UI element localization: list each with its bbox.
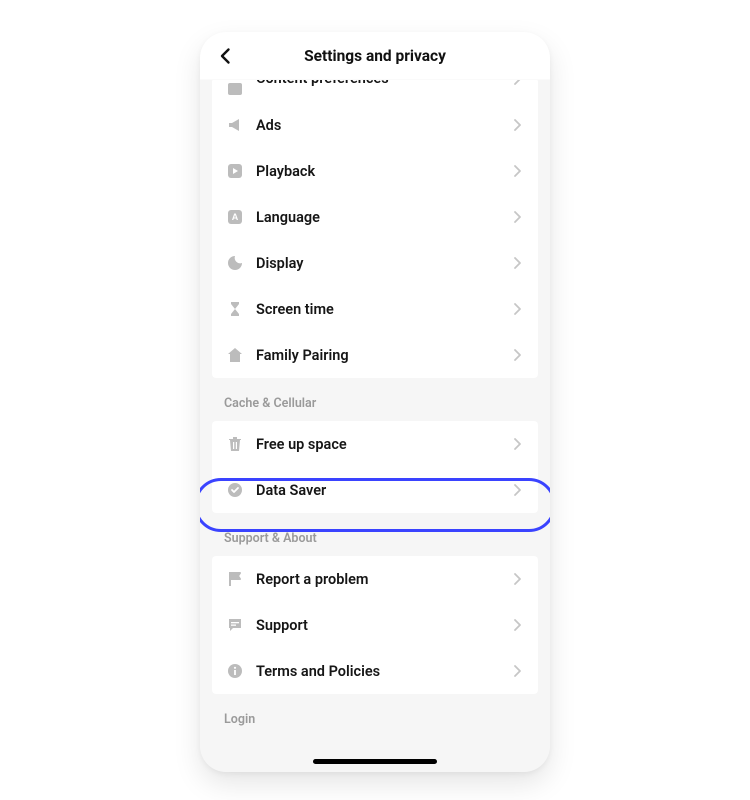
chevron-right-icon xyxy=(510,618,524,632)
row-label: Data Saver xyxy=(256,482,510,499)
settings-row-content-preferences[interactable]: Content preferences xyxy=(212,80,538,102)
settings-row-ads[interactable]: Ads xyxy=(212,102,538,148)
settings-scroll[interactable]: Content preferences Ads Playback xyxy=(200,80,550,772)
play-icon xyxy=(226,162,244,180)
settings-group-support: Report a problem Support Terms and Polic… xyxy=(212,556,538,694)
row-label: Language xyxy=(256,209,510,226)
settings-row-report-problem[interactable]: Report a problem xyxy=(212,556,538,602)
settings-row-terms-policies[interactable]: Terms and Policies xyxy=(212,648,538,694)
page-title: Settings and privacy xyxy=(304,47,446,65)
header-bar: Settings and privacy xyxy=(200,32,550,80)
chevron-right-icon xyxy=(510,118,524,132)
row-label: Report a problem xyxy=(256,571,510,588)
chevron-right-icon xyxy=(510,210,524,224)
moon-icon xyxy=(226,254,244,272)
chevron-right-icon xyxy=(510,348,524,362)
section-header-cache: Cache & Cellular xyxy=(200,378,550,421)
settings-row-data-saver[interactable]: Data Saver xyxy=(212,467,538,513)
row-label: Family Pairing xyxy=(256,347,510,364)
settings-row-playback[interactable]: Playback xyxy=(212,148,538,194)
chevron-right-icon xyxy=(510,437,524,451)
phone-frame: Settings and privacy Content preferences… xyxy=(200,32,550,772)
home-indicator[interactable] xyxy=(313,759,437,764)
content-preferences-icon xyxy=(226,80,244,98)
chevron-right-icon xyxy=(510,256,524,270)
flag-icon xyxy=(226,570,244,588)
settings-row-display[interactable]: Display xyxy=(212,240,538,286)
chevron-right-icon xyxy=(510,302,524,316)
chevron-left-icon xyxy=(216,46,236,66)
chevron-right-icon xyxy=(510,80,524,86)
megaphone-icon xyxy=(226,116,244,134)
settings-row-free-up-space[interactable]: Free up space xyxy=(212,421,538,467)
settings-group-cache: Free up space Data Saver xyxy=(212,421,538,513)
chevron-right-icon xyxy=(510,164,524,178)
row-label: Display xyxy=(256,255,510,272)
row-label: Playback xyxy=(256,163,510,180)
row-label: Terms and Policies xyxy=(256,663,510,680)
trash-icon xyxy=(226,435,244,453)
row-label: Content preferences xyxy=(256,80,510,88)
chevron-right-icon xyxy=(510,483,524,497)
chevron-right-icon xyxy=(510,572,524,586)
section-header-login: Login xyxy=(200,694,550,727)
svg-text:A: A xyxy=(232,212,239,222)
row-label: Support xyxy=(256,617,510,634)
data-saver-icon xyxy=(226,481,244,499)
settings-row-screen-time[interactable]: Screen time xyxy=(212,286,538,332)
row-label: Ads xyxy=(256,117,510,134)
language-icon: A xyxy=(226,208,244,226)
chat-icon xyxy=(226,616,244,634)
hourglass-icon xyxy=(226,300,244,318)
settings-group-content: Content preferences Ads Playback xyxy=(212,80,538,378)
settings-row-support[interactable]: Support xyxy=(212,602,538,648)
section-header-support: Support & About xyxy=(200,513,550,556)
settings-row-language[interactable]: A Language xyxy=(212,194,538,240)
chevron-right-icon xyxy=(510,664,524,678)
home-icon xyxy=(226,346,244,364)
row-label: Screen time xyxy=(256,301,510,318)
settings-row-family-pairing[interactable]: Family Pairing xyxy=(212,332,538,378)
row-label: Free up space xyxy=(256,436,510,453)
info-icon xyxy=(226,662,244,680)
back-button[interactable] xyxy=(210,40,242,72)
